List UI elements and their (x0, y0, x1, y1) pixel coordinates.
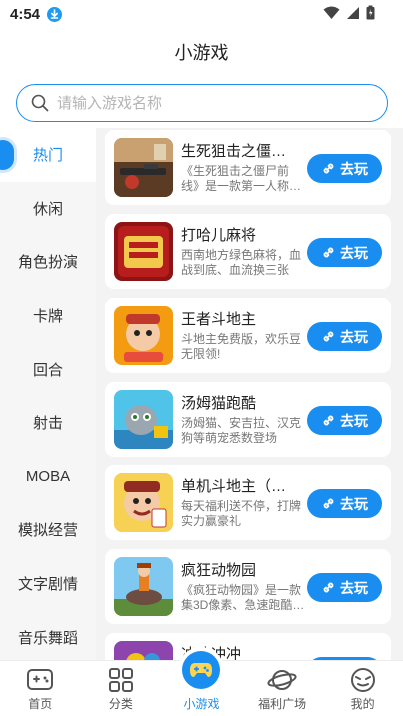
play-button[interactable]: 去玩 (307, 406, 382, 435)
play-button[interactable]: 去玩 (307, 154, 382, 183)
game-icon-doudizhu (114, 306, 173, 365)
game-icon-crazy-zoo (114, 557, 173, 616)
play-button-label: 去玩 (340, 412, 368, 429)
status-bar: 4:54 (0, 0, 403, 28)
category-label: 回合 (32, 361, 63, 379)
planet-icon (267, 670, 297, 690)
game-icon-doudizhu-classic (114, 473, 173, 532)
game-icon-sniper (114, 138, 173, 197)
gamepad-icon (182, 651, 221, 689)
game-title: 疯狂动物园 (181, 562, 257, 579)
page-title: 小游戏 (174, 43, 229, 63)
category-item-casual[interactable]: 休闲 (0, 182, 96, 236)
nav-category[interactable]: 分类 (81, 661, 162, 716)
wifi-icon (323, 6, 340, 19)
category-label: 音乐舞蹈 (17, 629, 78, 647)
category-label: 模拟经营 (17, 522, 78, 540)
category-item-card[interactable]: 卡牌 (0, 289, 96, 343)
download-icon (47, 6, 63, 22)
search-icon (31, 94, 49, 112)
nav-label: 首页 (28, 697, 53, 711)
signal-icon (347, 6, 359, 19)
search-input[interactable] (57, 94, 357, 112)
play-button-label: 去玩 (340, 244, 368, 261)
game-card[interactable]: 生死狙击之僵尸前线 《生死狙击之僵尸前线》是一款第一人称射击游戏 去玩 (105, 130, 391, 205)
link-icon (323, 498, 334, 509)
game-card[interactable]: 疯狂动物园 《疯狂动物园》是一款集3D像素、急速跑酷的游戏 去玩 (105, 549, 391, 624)
search-bar[interactable] (16, 84, 388, 122)
game-card[interactable]: 单机斗地主（经典版） 每天福利送不停，打牌实力赢豪礼 去玩 (105, 465, 391, 540)
play-button-label: 去玩 (340, 579, 368, 596)
nav-mine[interactable]: 我的 (322, 661, 403, 716)
category-item-turn-based[interactable]: 回合 (0, 342, 96, 396)
category-item-music[interactable]: 音乐舞蹈 (0, 610, 96, 660)
game-description: 西南地方绿色麻将，血战到底、血流换三张 (181, 248, 302, 277)
game-description: 每天福利送不停，打牌实力赢豪礼 (181, 499, 302, 528)
battery-icon (366, 5, 375, 20)
category-sidebar: 热门 休闲 角色扮演 卡牌 回合 射击 MOBA 模拟经营 文字剧情 音乐舞蹈 (0, 128, 96, 660)
game-description: 汤姆猫、安吉拉、汉克狗等萌宠悉数登场 (181, 416, 302, 445)
play-button[interactable]: 去玩 (307, 238, 382, 267)
category-item-moba[interactable]: MOBA (0, 450, 96, 504)
active-indicator (0, 140, 14, 170)
game-list: 生死狙击之僵尸前线 《生死狙击之僵尸前线》是一款第一人称射击游戏 去玩 打哈儿麻… (96, 128, 403, 660)
game-description: 《生死狙击之僵尸前线》是一款第一人称射击游戏 (181, 164, 302, 193)
category-item-simulation[interactable]: 模拟经营 (0, 503, 96, 557)
status-icons (323, 5, 375, 20)
link-icon (323, 415, 334, 426)
game-title: 生死狙击之僵尸前线 (181, 143, 299, 160)
game-card[interactable]: 打哈儿麻将 西南地方绿色麻将，血战到底、血流换三张 去玩 (105, 214, 391, 289)
category-label: 热门 (32, 147, 63, 165)
category-label: 休闲 (32, 200, 63, 218)
category-item-rpg[interactable]: 角色扮演 (0, 235, 96, 289)
play-button-label: 去玩 (340, 495, 368, 512)
grid-icon (108, 668, 133, 692)
game-description: 斗地主免费版，欢乐豆无限领! (181, 332, 302, 361)
nav-label: 分类 (108, 697, 133, 711)
bottom-nav: 首页 分类 小游戏 福利广场 我的 (0, 651, 403, 716)
game-card[interactable]: 王者斗地主 斗地主免费版，欢乐豆无限领! 去玩 (105, 298, 391, 373)
play-button[interactable]: 去玩 (307, 322, 382, 351)
game-title: 单机斗地主（经典版） (181, 478, 299, 495)
header: 小游戏 (0, 28, 403, 76)
category-label: 卡牌 (32, 308, 63, 326)
nav-label: 我的 (350, 697, 375, 711)
nav-label: 福利广场 (258, 697, 307, 711)
category-label: 角色扮演 (17, 254, 78, 272)
category-item-story[interactable]: 文字剧情 (0, 557, 96, 611)
play-button[interactable]: 去玩 (307, 573, 382, 602)
nav-mini-games[interactable]: 小游戏 (161, 651, 242, 716)
game-title: 打哈儿麻将 (181, 227, 257, 244)
game-icon-tom-cat (114, 390, 173, 449)
category-label: 文字剧情 (17, 576, 78, 594)
link-icon (323, 331, 334, 342)
play-button[interactable]: 去玩 (307, 489, 382, 518)
game-title: 王者斗地主 (181, 311, 257, 328)
play-button-label: 去玩 (340, 160, 368, 177)
game-icon-chongchong (114, 641, 173, 660)
link-icon (323, 247, 334, 258)
game-card[interactable]: 冲冲冲冲 去玩 (105, 633, 391, 660)
link-icon (323, 582, 334, 593)
nav-home[interactable]: 首页 (0, 661, 81, 716)
link-icon (323, 163, 334, 174)
game-title: 汤姆猫跑酷 (181, 395, 257, 412)
category-item-hot[interactable]: 热门 (0, 128, 96, 182)
category-label: MOBA (25, 467, 71, 485)
category-label: 射击 (32, 415, 63, 433)
game-description: 《疯狂动物园》是一款集3D像素、急速跑酷的游戏 (181, 583, 305, 612)
game-icon-mahjong (114, 222, 173, 281)
home-icon (27, 669, 54, 690)
game-card[interactable]: 汤姆猫跑酷 汤姆猫、安吉拉、汉克狗等萌宠悉数登场 去玩 (105, 382, 391, 457)
play-button-label: 去玩 (340, 328, 368, 345)
profile-face-icon (350, 668, 375, 692)
nav-welfare[interactable]: 福利广场 (242, 661, 323, 716)
nav-label: 小游戏 (183, 697, 220, 711)
category-item-shooter[interactable]: 射击 (0, 396, 96, 450)
status-time: 4:54 (10, 5, 41, 23)
